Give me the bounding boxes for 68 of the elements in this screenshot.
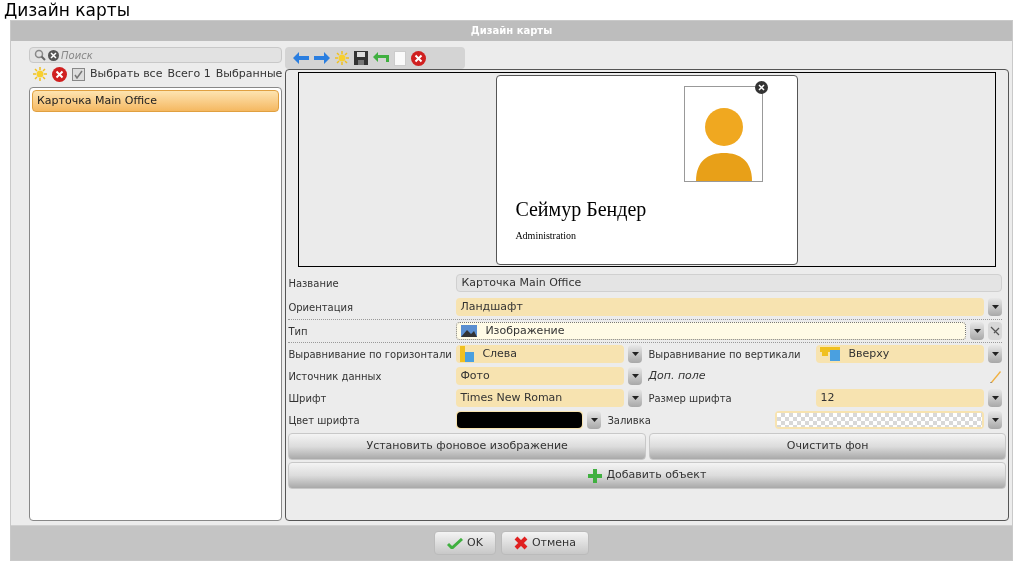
save-icon[interactable] — [354, 51, 369, 65]
dropdown-field[interactable]: Times New Roman — [456, 389, 625, 407]
caret-icon — [631, 396, 639, 400]
dropdown-field[interactable]: 12 — [816, 389, 985, 407]
background-button[interactable]: Установить фоновое изображение — [288, 433, 646, 460]
dropdown-button[interactable] — [628, 389, 643, 407]
caret-icon — [631, 374, 639, 378]
color-field[interactable] — [457, 412, 583, 428]
dialog-button[interactable]: OK — [434, 531, 496, 555]
field-label: Выравнивание по вертикали — [648, 347, 802, 362]
card-department: Administration — [515, 229, 577, 243]
field-label: Заливка — [607, 413, 652, 428]
field-label: Ориентация — [288, 300, 355, 315]
dropdown-button[interactable] — [628, 367, 643, 385]
caret-icon — [991, 396, 999, 400]
caret-icon — [991, 352, 999, 356]
select-all-label: Выбрать все — [90, 65, 163, 82]
field-label: Цвет шрифта — [288, 413, 361, 428]
caret-icon — [631, 352, 639, 356]
dropdown-button[interactable] — [628, 345, 643, 363]
field-label: Шрифт — [288, 391, 328, 406]
delete-icon[interactable] — [52, 66, 67, 82]
add-object-button[interactable]: Добавить объект — [288, 462, 1007, 489]
field-label: Источник данных — [288, 369, 383, 384]
dropdown-button[interactable] — [970, 322, 985, 340]
dropdown-button[interactable] — [988, 345, 1003, 363]
dialog-button[interactable]: Отмена — [500, 531, 589, 555]
landscape-icon — [461, 325, 478, 337]
total-count: Всего 1 — [167, 65, 211, 82]
caret-icon — [991, 418, 999, 422]
selected-count: Выбранные — [215, 65, 283, 82]
clear-button[interactable] — [988, 322, 1003, 340]
remove-icon[interactable] — [755, 81, 769, 94]
plus-icon — [588, 468, 603, 483]
align-left-icon — [460, 346, 475, 362]
card-list-item[interactable]: Карточка Main Office — [32, 90, 280, 112]
dropdown-field[interactable]: Изображение — [456, 322, 967, 340]
name-field[interactable]: Карточка Main Office — [456, 274, 1003, 292]
check-icon — [74, 69, 83, 79]
dropdown-field[interactable]: Фото — [456, 367, 625, 385]
caret-icon — [973, 329, 981, 333]
clear-icon[interactable] — [48, 49, 59, 61]
window-title: Дизайн карты — [11, 21, 1012, 41]
select-all-checkbox[interactable] — [72, 67, 85, 81]
arrow-right-icon[interactable] — [314, 52, 331, 64]
dropdown-button[interactable] — [587, 411, 602, 429]
field-label: Название — [288, 276, 340, 291]
dropdown-button[interactable] — [988, 411, 1003, 429]
close-icon[interactable] — [411, 50, 427, 66]
align-top-icon — [820, 347, 841, 361]
page-heading: Дизайн карты — [3, 0, 132, 20]
field-label: Выравнивание по горизонтали — [288, 347, 453, 362]
search-icon — [34, 49, 46, 61]
cross-icon — [513, 536, 528, 550]
dropdown-field[interactable]: Ландшафт — [456, 298, 985, 316]
field-label: Тип — [288, 324, 309, 339]
caret-icon — [991, 305, 999, 309]
card-name: Сеймур Бендер — [515, 197, 648, 223]
field-label: Доп. поле — [648, 367, 706, 384]
dropdown-button[interactable] — [988, 389, 1003, 407]
arrow-left-icon[interactable] — [293, 52, 310, 64]
dropdown-field[interactable]: Слева — [456, 345, 625, 363]
check-icon — [447, 537, 463, 549]
field-label: Размер шрифта — [648, 391, 733, 406]
dropdown-button[interactable] — [988, 298, 1003, 316]
caret-icon — [590, 418, 598, 422]
background-button[interactable]: Очистить фон — [648, 433, 1007, 460]
dropdown-field[interactable]: Вверху — [816, 345, 985, 363]
